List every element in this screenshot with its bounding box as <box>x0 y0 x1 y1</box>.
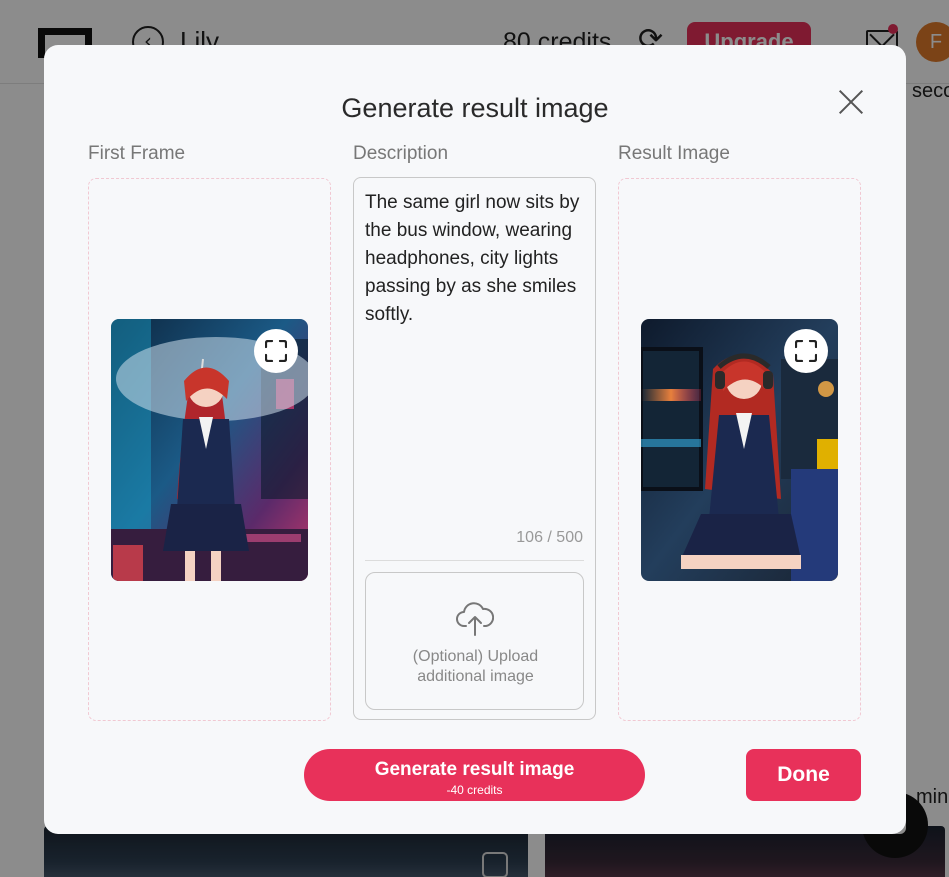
upload-text-line1: (Optional) Upload <box>412 648 539 665</box>
modal-title: Generate result image <box>341 93 609 123</box>
expand-button[interactable] <box>254 329 298 373</box>
first-frame-label: First Frame <box>88 143 186 164</box>
upload-text-line2: additional image <box>417 668 534 685</box>
description-textarea[interactable]: The same girl now sits by the bus window… <box>365 189 585 529</box>
description-label: Description <box>353 143 449 164</box>
expand-icon <box>265 340 287 362</box>
first-frame-image[interactable] <box>111 319 308 581</box>
result-image[interactable] <box>641 319 838 581</box>
close-icon[interactable] <box>837 88 865 116</box>
upload-text: (Optional) Upload additional image <box>366 647 585 687</box>
upload-additional-image-button[interactable]: (Optional) Upload additional image <box>365 572 584 710</box>
result-image-label: Result Image <box>618 143 730 164</box>
divider <box>365 560 584 561</box>
character-count: 106 / 500 <box>516 529 583 546</box>
cloud-upload-icon <box>456 602 494 636</box>
generate-button-label: Generate result image <box>374 759 575 780</box>
done-button[interactable]: Done <box>746 749 861 801</box>
description-panel: The same girl now sits by the bus window… <box>353 177 596 720</box>
first-frame-panel <box>88 178 331 721</box>
expand-button[interactable] <box>784 329 828 373</box>
generate-result-modal: Generate result image First Frame Descri… <box>44 45 906 834</box>
generate-result-image-button[interactable]: Generate result image -40 credits <box>304 749 645 801</box>
generate-button-cost: -40 credits <box>446 783 503 797</box>
result-image-panel <box>618 178 861 721</box>
expand-icon <box>795 340 817 362</box>
